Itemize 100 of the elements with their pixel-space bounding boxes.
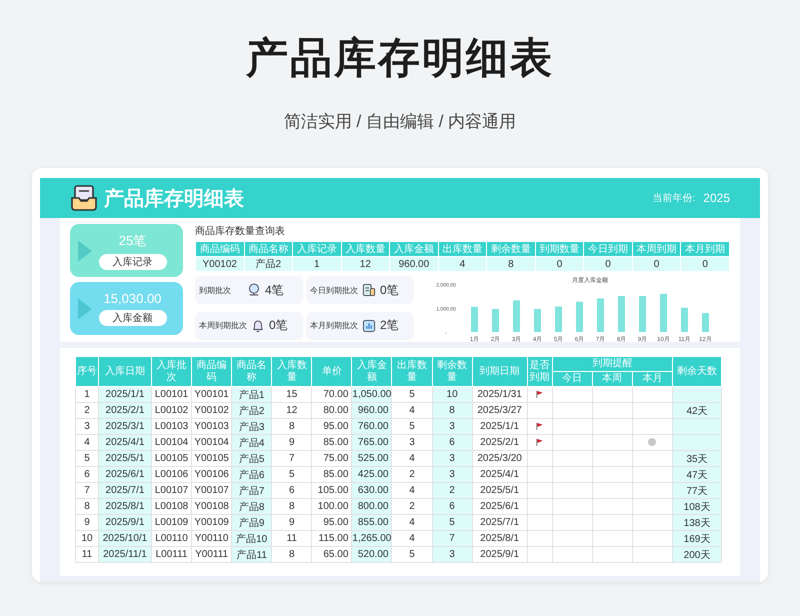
- table-cell: 产品7: [232, 482, 272, 498]
- column-header: 今日: [552, 372, 592, 386]
- tile-value: 15,030.00: [104, 291, 162, 306]
- year-label: 当前年份:: [652, 192, 696, 205]
- table-cell: 2: [432, 482, 472, 498]
- table-cell: 5: [392, 386, 432, 402]
- column-header: 入库数量: [341, 242, 390, 256]
- table-cell: 2025/3/20: [472, 450, 528, 466]
- table-cell: 2025/6/1: [472, 498, 528, 514]
- table-cell: 1,265.00: [352, 530, 392, 546]
- table-cell: 2025/9/1: [472, 546, 528, 562]
- table-cell: 产品4: [232, 434, 272, 450]
- table-cell: 2025/5/1: [472, 482, 528, 498]
- column-header: 剩余数量: [432, 356, 472, 386]
- table-cell: 1,050.00: [352, 386, 392, 402]
- table-cell: 产品10: [232, 530, 272, 546]
- chart-bar: [555, 306, 562, 332]
- page-subtitle: 简洁实用 / 自由编辑 / 内容通用: [284, 111, 516, 133]
- column-header: 剩余数量: [486, 242, 536, 256]
- table-cell: 2025/7/1: [472, 514, 528, 530]
- column-header: 本周: [592, 372, 632, 386]
- page-title: 产品库存明细表: [246, 33, 554, 83]
- chart-bar: [597, 298, 604, 332]
- table-cell: 2025/7/1: [98, 482, 152, 498]
- table-cell: 2025/1/1: [98, 386, 152, 402]
- chart-bar: [513, 300, 520, 332]
- table-cell: 5: [272, 466, 312, 482]
- bar-chart-icon: [362, 318, 376, 332]
- table-cell: 1: [292, 256, 342, 272]
- table-cell: 7: [432, 530, 472, 546]
- table-cell: 2025/2/1: [98, 402, 152, 418]
- table-cell: 0: [584, 256, 632, 272]
- column-header: 商品名称: [244, 242, 293, 256]
- table-cell: 0: [535, 256, 584, 272]
- table-cell: 2025/1/31: [472, 386, 528, 402]
- table-cell: 0: [632, 256, 681, 272]
- table-cell: 3: [432, 466, 472, 482]
- table-cell: 3: [392, 434, 432, 450]
- table-cell: 6: [432, 434, 472, 450]
- column-header: 入库记录: [292, 242, 342, 256]
- stat-value: 2笔: [380, 317, 399, 334]
- column-header: 入库日期: [98, 356, 152, 386]
- table-cell: 3: [432, 450, 472, 466]
- table-cell: L00108: [152, 498, 192, 514]
- year-value: 2025: [703, 191, 730, 205]
- table-cell: 产品6: [232, 466, 272, 482]
- table-cell: 9: [272, 434, 312, 450]
- table-cell: 77天: [672, 482, 722, 498]
- chart-bar: [681, 308, 688, 332]
- table-cell: 8: [272, 498, 312, 514]
- table-cell: 6: [272, 482, 312, 498]
- column-header: 本周到期: [632, 242, 681, 256]
- table-cell: 5: [392, 418, 432, 434]
- sheet-title: 产品库存明细表: [104, 186, 244, 212]
- table-cell: 4: [438, 256, 487, 272]
- table-cell: 6: [432, 498, 472, 514]
- table-cell: 765.00: [352, 434, 392, 450]
- table-cell: 2: [392, 466, 432, 482]
- table-cell: 产品11: [232, 546, 272, 562]
- table-cell: 2025/9/1: [98, 514, 152, 530]
- stat-label: 到期批次: [199, 284, 232, 296]
- table-cell: 2025/5/1: [98, 450, 152, 466]
- table-cell: 5: [432, 514, 472, 530]
- table-cell: 960.00: [352, 402, 392, 418]
- stat-label: 本周到期批次: [199, 320, 247, 331]
- table-cell: 2025/4/1: [98, 434, 152, 450]
- table-cell: 2025/10/1: [98, 530, 152, 546]
- column-header: 到期数量: [535, 242, 584, 256]
- table-cell: 2025/8/1: [98, 498, 152, 514]
- table-cell: 2025/3/1: [98, 418, 152, 434]
- table-cell: 3: [432, 418, 472, 434]
- column-header: 商品名称: [232, 356, 272, 386]
- table-cell: 5: [392, 546, 432, 562]
- table-cell: Y00102: [196, 256, 244, 272]
- column-header: 剩余天数: [672, 356, 722, 386]
- column-header: 入库批次: [152, 356, 192, 386]
- column-header: 是否到期: [527, 356, 552, 386]
- column-header: 入库金额: [390, 242, 438, 256]
- table-cell: 4: [392, 450, 432, 466]
- table-cell: L00109: [152, 514, 192, 530]
- table-cell: 425.00: [352, 466, 392, 482]
- table-cell: 7: [272, 450, 312, 466]
- table-cell: 3: [432, 546, 472, 562]
- stat-value: 4笔: [265, 282, 284, 298]
- table-cell: 产品9: [232, 514, 272, 530]
- table-cell: 2025/11/1: [98, 546, 152, 562]
- triangle-icon: [78, 238, 92, 262]
- table-cell: 11: [272, 530, 312, 546]
- table-cell: 2025/4/1: [472, 466, 528, 482]
- triangle-icon: [78, 296, 92, 320]
- table-cell: L00106: [152, 466, 192, 482]
- table-cell: 108天: [672, 498, 722, 514]
- table-cell: 169天: [672, 530, 722, 546]
- column-header: 单价: [312, 356, 352, 386]
- table-cell: 产品8: [232, 498, 272, 514]
- column-header: 入库金额: [352, 356, 392, 386]
- table-cell: 产品2: [232, 402, 272, 418]
- table-cell: 2025/3/27: [472, 402, 528, 418]
- table-cell: 4: [392, 402, 432, 418]
- table-cell: 4: [392, 530, 432, 546]
